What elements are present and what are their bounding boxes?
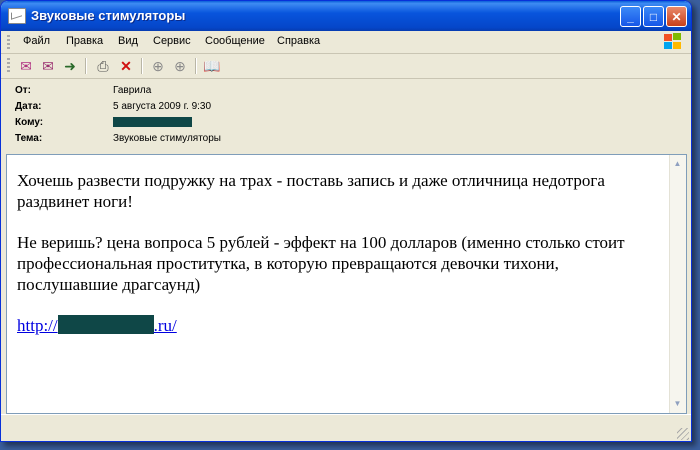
message-link[interactable]: http:// .ru/ (17, 315, 657, 336)
reply-all-icon[interactable]: ✉ (39, 57, 57, 75)
vertical-scrollbar[interactable]: ▲ ▼ (669, 155, 686, 413)
toolbar-separator (85, 58, 87, 74)
toolbar-separator (141, 58, 143, 74)
maximize-button[interactable]: □ (643, 6, 664, 27)
link-prefix[interactable]: http:// (17, 316, 58, 335)
forward-icon[interactable]: ➜ (61, 57, 79, 75)
from-label: От: (15, 85, 32, 96)
addresses-icon[interactable]: 📖 (203, 57, 221, 75)
message-paragraph: Не веришь? цена вопроса 5 рублей - эффек… (17, 233, 625, 294)
previous-icon[interactable]: ⊕ (149, 57, 167, 75)
email-window: Звуковые стимуляторы _ □ ✕ Файл Правка В… (0, 0, 692, 442)
message-text: Хочешь развести подружку на трах - поста… (17, 170, 657, 336)
scroll-down-icon[interactable]: ▼ (672, 398, 683, 410)
from-value: Гаврила (113, 85, 152, 96)
minimize-button[interactable]: _ (620, 6, 641, 27)
status-bar (1, 414, 691, 441)
windows-logo-icon (663, 33, 683, 51)
message-body[interactable]: Хочешь развести подружку на трах - поста… (6, 154, 687, 414)
date-label: Дата: (15, 101, 42, 112)
redacted-domain (57, 315, 154, 334)
scroll-up-icon[interactable]: ▲ (672, 158, 683, 170)
menu-file[interactable]: Файл (23, 35, 50, 47)
message-headers: От: Гаврила Дата: 5 августа 2009 г. 9:30… (1, 79, 691, 151)
mail-icon (8, 8, 26, 24)
menu-message[interactable]: Сообщение (205, 35, 265, 47)
reply-icon[interactable]: ✉ (17, 57, 35, 75)
title-bar[interactable]: Звуковые стимуляторы _ □ ✕ (1, 1, 691, 31)
toolbar-separator (195, 58, 197, 74)
menu-help[interactable]: Справка (277, 35, 320, 47)
subject-label: Тема: (15, 133, 43, 144)
print-icon[interactable]: ⎙ (94, 57, 112, 75)
menu-bar: Файл Правка Вид Сервис Сообщение Справка (1, 31, 691, 54)
toolbar: ✉ ✉ ➜ ⎙ ✕ ⊕ ⊕ 📖 (1, 54, 691, 79)
subject-value: Звуковые стимуляторы (113, 133, 221, 144)
toolbar-grip (7, 58, 10, 72)
date-value: 5 августа 2009 г. 9:30 (113, 101, 212, 112)
next-icon[interactable]: ⊕ (171, 57, 189, 75)
close-button[interactable]: ✕ (666, 6, 687, 27)
message-paragraph: Хочешь развести подружку на трах - поста… (17, 171, 605, 211)
menu-grip (7, 35, 10, 49)
resize-grip-icon[interactable] (677, 428, 689, 440)
menu-tools[interactable]: Сервис (153, 35, 191, 47)
menu-view[interactable]: Вид (118, 35, 138, 47)
window-title: Звуковые стимуляторы (31, 8, 186, 23)
delete-icon[interactable]: ✕ (117, 57, 135, 75)
link-suffix[interactable]: .ru/ (154, 316, 177, 335)
redacted-recipient (113, 117, 192, 127)
to-label: Кому: (15, 117, 44, 128)
menu-edit[interactable]: Правка (66, 35, 103, 47)
